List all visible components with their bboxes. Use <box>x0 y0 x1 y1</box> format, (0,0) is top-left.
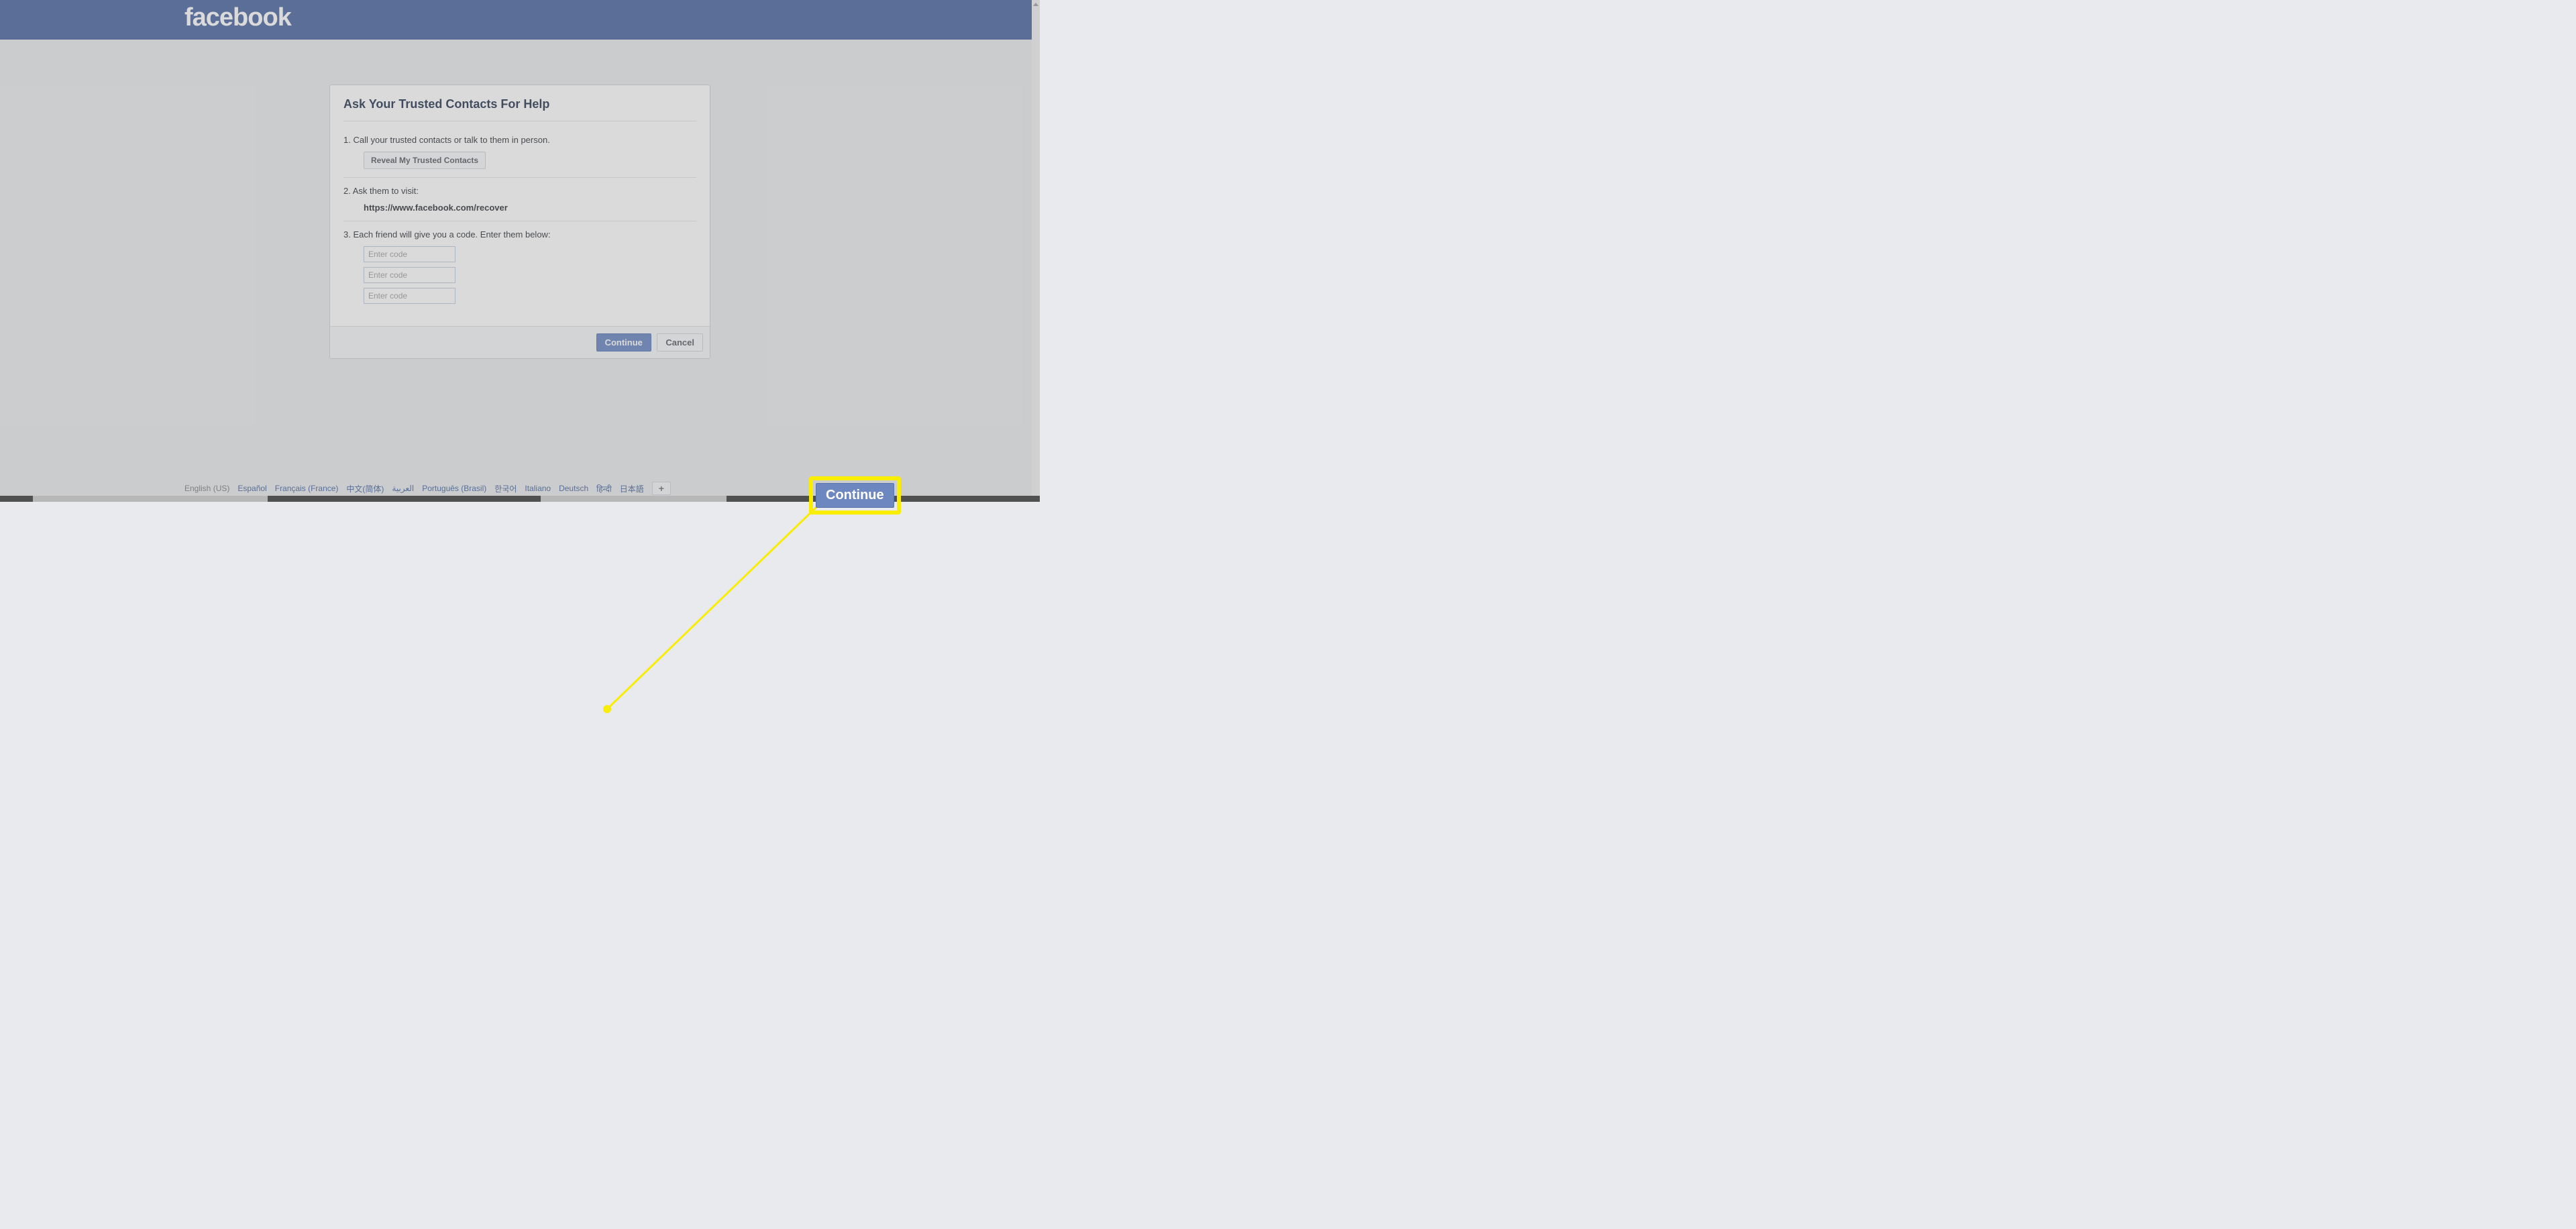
language-link[interactable]: Português (Brasil) <box>422 484 486 493</box>
code-input-3[interactable] <box>364 288 455 304</box>
header: facebook <box>0 0 1040 40</box>
content: Ask Your Trusted Contacts For Help 1. Ca… <box>0 40 1040 359</box>
trusted-contacts-card: Ask Your Trusted Contacts For Help 1. Ca… <box>329 85 710 359</box>
language-link[interactable]: العربية <box>392 484 414 493</box>
language-link[interactable]: Italiano <box>525 484 551 493</box>
scroll-up-icon[interactable] <box>1032 0 1040 8</box>
taskbar-segment <box>541 496 727 502</box>
card-title: Ask Your Trusted Contacts For Help <box>343 85 696 121</box>
taskbar <box>0 496 1040 502</box>
reveal-trusted-contacts-button[interactable]: Reveal My Trusted Contacts <box>364 152 486 169</box>
card-footer: Continue Cancel <box>330 326 710 358</box>
card-body: 1. Call your trusted contacts or talk to… <box>330 121 710 326</box>
taskbar-segment <box>33 496 268 502</box>
language-link[interactable]: Español <box>237 484 266 493</box>
recover-url: https://www.facebook.com/recover <box>364 203 696 213</box>
facebook-logo[interactable]: facebook <box>184 3 291 32</box>
language-link[interactable]: Deutsch <box>559 484 588 493</box>
callout-line <box>0 359 1040 861</box>
step-3-text: 3. Each friend will give you a code. Ent… <box>343 229 696 239</box>
language-link[interactable]: 中文(简体) <box>346 483 384 494</box>
language-link[interactable]: हिन्दी <box>596 483 612 494</box>
step-3: 3. Each friend will give you a code. Ent… <box>343 221 696 317</box>
language-more-button[interactable]: + <box>652 482 671 495</box>
code-inputs <box>364 246 696 304</box>
language-current: English (US) <box>184 484 229 493</box>
language-link[interactable]: 日本語 <box>620 483 644 494</box>
cancel-button[interactable]: Cancel <box>657 333 703 352</box>
step-2: 2. Ask them to visit: https://www.facebo… <box>343 178 696 221</box>
step-1: 1. Call your trusted contacts or talk to… <box>343 127 696 178</box>
step-1-text: 1. Call your trusted contacts or talk to… <box>343 135 696 145</box>
vertical-scrollbar[interactable] <box>1032 0 1040 502</box>
continue-button[interactable]: Continue <box>596 333 651 352</box>
language-link[interactable]: 한국어 <box>494 483 517 494</box>
step-2-text: 2. Ask them to visit: <box>343 186 696 196</box>
language-link[interactable]: Français (France) <box>275 484 339 493</box>
code-input-1[interactable] <box>364 246 455 262</box>
language-footer: English (US) Español Français (France) 中… <box>184 482 1040 495</box>
code-input-2[interactable] <box>364 267 455 283</box>
language-list: English (US) Español Français (France) 中… <box>184 482 1040 495</box>
